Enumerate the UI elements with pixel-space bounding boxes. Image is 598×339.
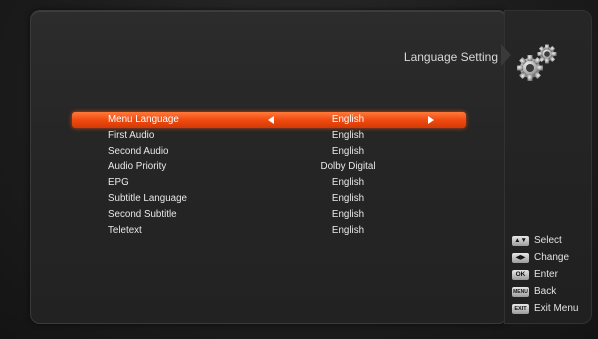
language-settings-menu: Menu Language English First Audio Englis… (72, 112, 466, 238)
row-value: English (331, 145, 365, 157)
menu-row-subtitle-language[interactable]: Subtitle Language English (72, 191, 466, 207)
legend-label: Change (534, 252, 570, 263)
row-label: EPG (108, 177, 129, 189)
legend-label: Enter (534, 269, 558, 280)
row-value: English (331, 192, 365, 204)
arrow-right-icon[interactable] (428, 116, 434, 124)
row-label: Menu Language (108, 114, 179, 125)
key-legend: ▲▼ Select ◀▶ Change OK Enter MENU Back E… (512, 234, 592, 319)
row-label: Audio Priority (108, 161, 167, 173)
legend-exit-menu: EXIT Exit Menu (512, 302, 592, 319)
menu-row-menu-language[interactable]: Menu Language English (72, 112, 466, 128)
legend-enter: OK Enter (512, 268, 592, 285)
ok-key-icon: OK (512, 270, 529, 280)
row-value: English (331, 208, 365, 220)
menu-row-second-audio[interactable]: Second Audio English (72, 144, 466, 160)
panel-notch-icon (501, 44, 511, 66)
menu-row-audio-priority[interactable]: Audio Priority Dolby Digital (72, 159, 466, 175)
arrow-left-icon[interactable] (268, 116, 274, 124)
row-label: Second Audio (108, 145, 169, 157)
exit-key-icon: EXIT (512, 304, 529, 314)
page-title: Language Setting (403, 50, 498, 64)
menu-row-first-audio[interactable]: First Audio English (72, 128, 466, 144)
legend-select: ▲▼ Select (512, 234, 592, 251)
row-value: English (331, 114, 365, 125)
menu-key-icon: MENU (512, 287, 529, 297)
menu-row-teletext[interactable]: Teletext English (72, 223, 466, 239)
legend-label: Back (534, 286, 557, 297)
left-right-key-icon: ◀▶ (512, 253, 529, 263)
row-value: English (331, 129, 365, 141)
menu-row-epg[interactable]: EPG English (72, 175, 466, 191)
row-label: Subtitle Language (108, 192, 187, 204)
row-label: Teletext (108, 224, 142, 236)
menu-row-second-subtitle[interactable]: Second Subtitle English (72, 207, 466, 223)
up-down-key-icon: ▲▼ (512, 236, 529, 246)
row-label: First Audio (108, 129, 155, 141)
row-value: Dolby Digital (320, 161, 376, 173)
gears-icon (517, 44, 557, 81)
row-value: English (331, 177, 365, 189)
legend-label: Select (534, 235, 562, 246)
legend-change: ◀▶ Change (512, 251, 592, 268)
row-label: Second Subtitle (108, 208, 177, 220)
screen: Language Setting Menu Language English F… (0, 0, 598, 339)
row-value: English (331, 224, 365, 236)
legend-back: MENU Back (512, 285, 592, 302)
legend-label: Exit Menu (534, 303, 579, 314)
